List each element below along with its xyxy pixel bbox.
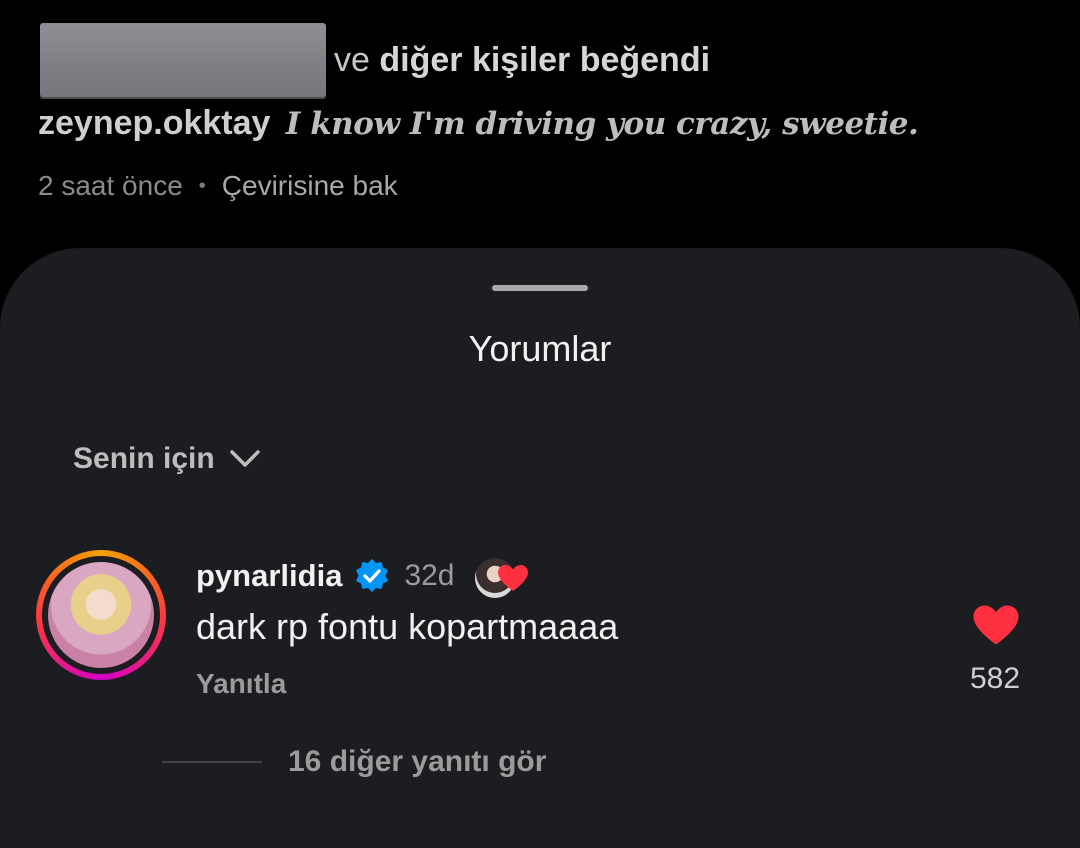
post-meta: 2 saat önce • Çevirisine bak: [38, 170, 398, 202]
post-caption: zeynep.okktay I know I'm driving you cra…: [38, 104, 919, 143]
likes-summary[interactable]: ve diğer kişiler beğendi: [40, 22, 710, 98]
comments-sheet: Yorumlar Senin için pynarlidia 32d dark …: [0, 248, 1080, 848]
verified-badge-icon: [356, 559, 389, 592]
more-replies-label: 16 diğer yanıtı gör: [288, 745, 547, 778]
comment-item: pynarlidia 32d dark rp fontu kopartmaaaa…: [0, 548, 1080, 728]
meta-separator: •: [198, 174, 206, 197]
likes-suffix-plain: ve: [334, 40, 370, 79]
chevron-down-icon: [229, 450, 260, 467]
comment-header: pynarlidia 32d: [196, 554, 531, 600]
reply-button[interactable]: Yanıtla: [196, 668, 286, 700]
liked-by-author: [472, 554, 531, 600]
comment-username[interactable]: pynarlidia: [196, 558, 342, 594]
sort-label: Senin için: [73, 442, 215, 475]
comment-sort-dropdown[interactable]: Senin için: [73, 442, 261, 476]
sheet-title: Yorumlar: [468, 328, 612, 369]
view-more-replies[interactable]: 16 diğer yanıtı gör: [162, 745, 546, 779]
comment-like-count: 582: [969, 662, 1021, 695]
heart-icon[interactable]: [972, 604, 1020, 646]
heart-icon: [497, 565, 528, 591]
replies-divider: [162, 761, 262, 763]
avatar: [42, 556, 160, 674]
avatar-story-ring[interactable]: [36, 550, 166, 680]
see-translation-link[interactable]: Çevirisine bak: [222, 170, 398, 202]
avatar-photo: [48, 562, 154, 668]
caption-text: I know I'm driving you crazy, sweetie.: [285, 106, 919, 142]
likes-suffix-bold: diğer kişiler beğendi: [379, 40, 711, 79]
likes-text: ve diğer kişiler beğendi: [334, 41, 710, 80]
sheet-drag-handle[interactable]: [492, 285, 588, 291]
comment-age: 32d: [404, 559, 455, 592]
post-time: 2 saat önce: [38, 170, 183, 201]
post-caption-area: ve diğer kişiler beğendi zeynep.okktay I…: [0, 0, 1080, 260]
comment-text: dark rp fontu kopartmaaaa: [196, 606, 619, 647]
blurred-usernames: [40, 23, 326, 97]
caption-username[interactable]: zeynep.okktay: [38, 104, 270, 142]
